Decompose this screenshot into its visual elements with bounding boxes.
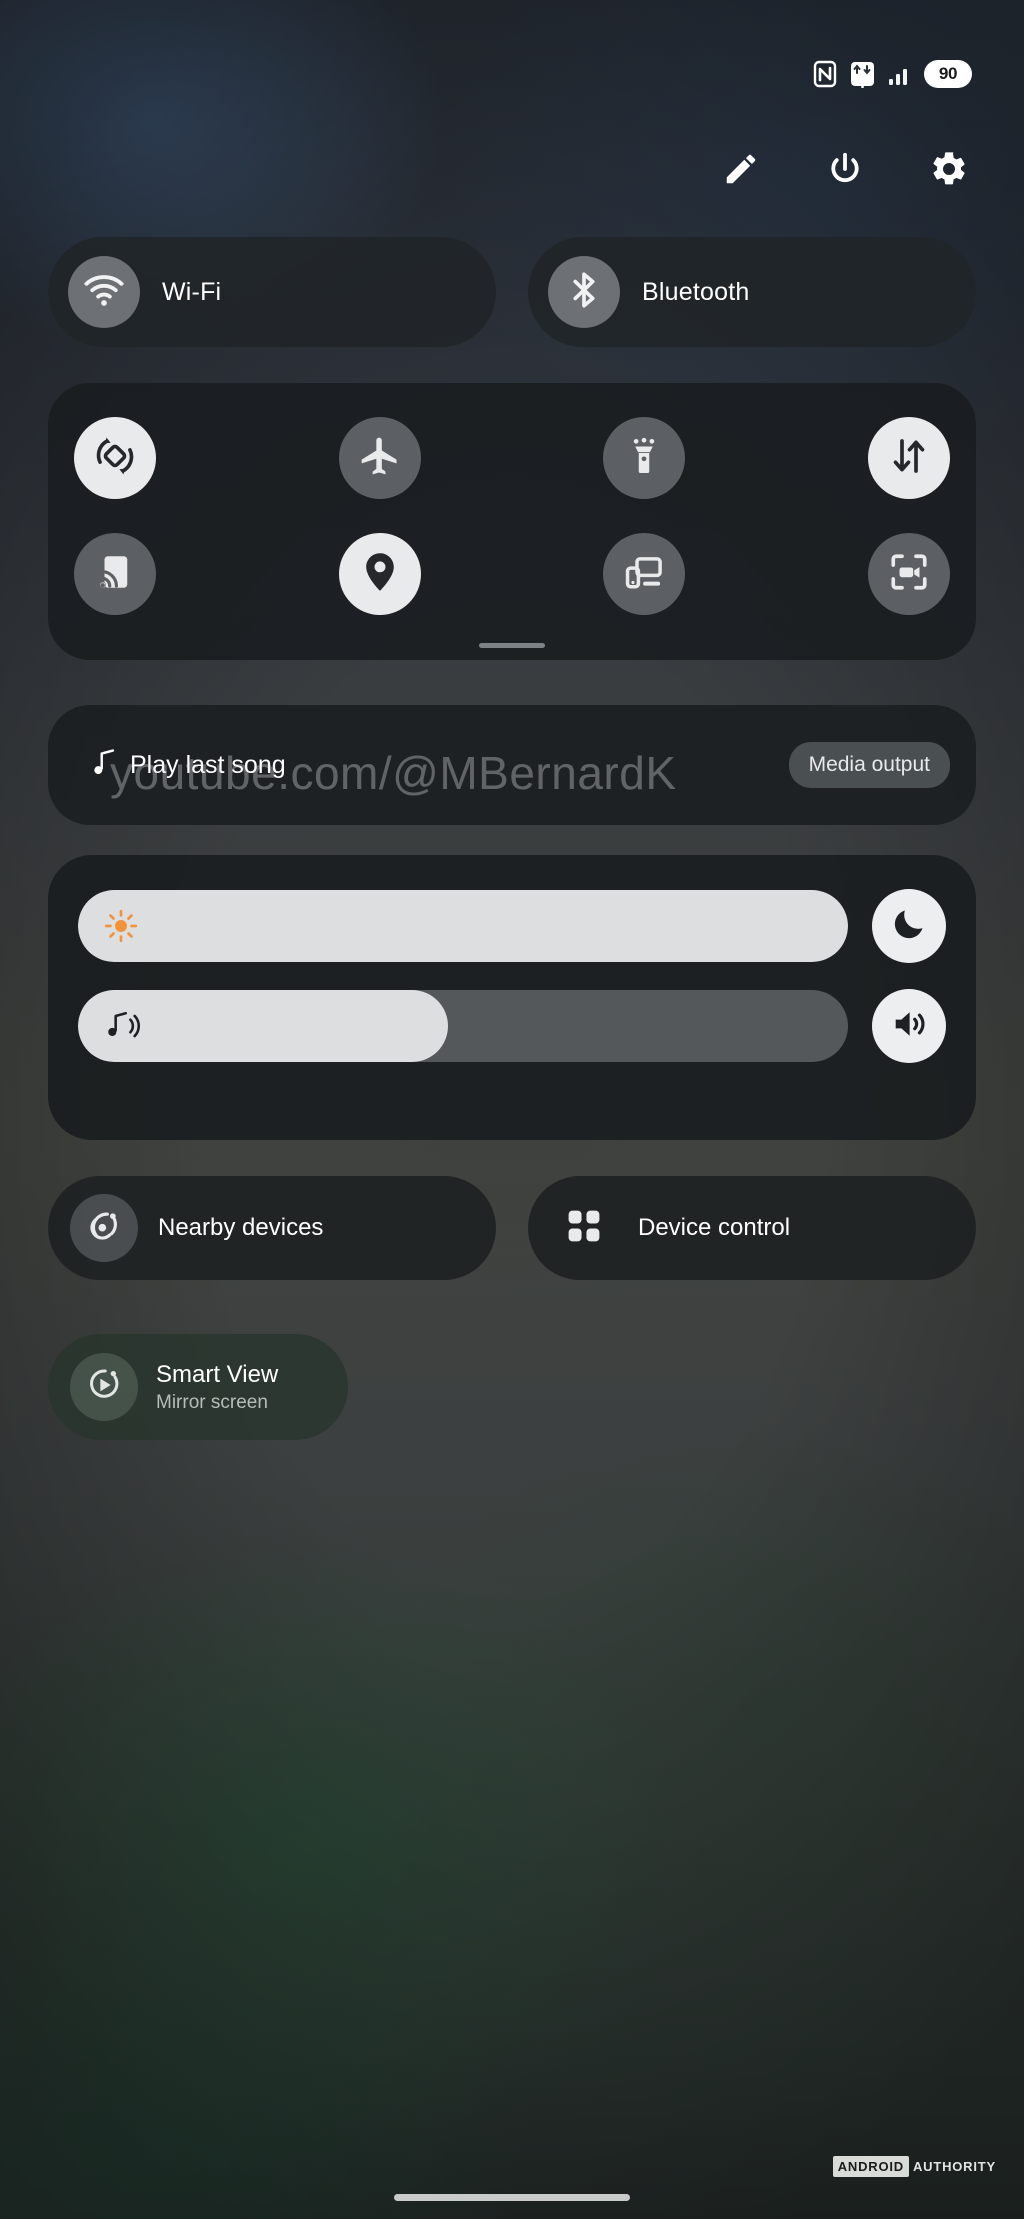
media-title: Play last song <box>130 750 286 779</box>
signal-bars-icon <box>887 61 913 87</box>
nearby-share-icon <box>84 1206 124 1251</box>
music-note-icon <box>92 748 116 782</box>
music-volume-icon <box>104 1009 142 1043</box>
power-icon <box>826 150 864 193</box>
screen-record-icon <box>888 551 930 598</box>
toggle-row-2 <box>74 533 950 615</box>
nearby-devices-label: Nearby devices <box>158 1214 324 1241</box>
location-pin-icon <box>357 549 403 600</box>
network-transfer-icon <box>849 60 876 88</box>
bluetooth-tile-label: Bluetooth <box>642 277 750 306</box>
nfc-icon <box>812 60 838 88</box>
quick-settings-panel: 90 Wi-Fi Bluetooth Play last song Media … <box>0 0 1024 2219</box>
multi-device-icon <box>623 551 665 598</box>
smart-view-button[interactable]: Smart View Mirror screen <box>48 1334 348 1440</box>
sliders-card <box>48 855 976 1140</box>
smart-view-text: Smart View Mirror screen <box>156 1361 278 1414</box>
media-card[interactable]: Play last song Media output <box>48 705 976 825</box>
publisher-watermark: ANDROID AUTHORITY <box>832 2156 996 2177</box>
bluetooth-tile-badge[interactable] <box>548 256 620 328</box>
status-bar: 90 <box>812 60 972 88</box>
dark-mode-button[interactable] <box>872 889 946 963</box>
airplane-icon <box>358 434 402 483</box>
smart-view-subtitle: Mirror screen <box>156 1391 268 1413</box>
moon-icon <box>890 905 928 948</box>
pencil-icon <box>722 150 760 193</box>
grid-expand-handle[interactable] <box>479 643 545 648</box>
mobile-data-toggle[interactable] <box>867 417 950 499</box>
toggle-row-1 <box>74 417 950 499</box>
quick-toggle-grid <box>48 383 976 660</box>
media-card-info: Play last song <box>92 748 789 782</box>
brightness-slider-row <box>78 889 946 963</box>
smart-view-icon <box>84 1365 124 1410</box>
nearby-devices-button[interactable]: Nearby devices <box>48 1176 496 1280</box>
navigation-handle[interactable] <box>394 2194 630 2201</box>
airplane-mode-toggle[interactable] <box>338 417 421 499</box>
screen-cast-icon <box>94 551 136 598</box>
auto-rotate-icon <box>92 433 138 484</box>
auto-rotate-toggle[interactable] <box>74 417 156 499</box>
header-action-bar <box>718 148 972 194</box>
volume-slider-row <box>78 989 946 1063</box>
device-control-label: Device control <box>638 1214 791 1241</box>
sound-settings-button[interactable] <box>872 989 946 1063</box>
battery-indicator: 90 <box>924 60 972 88</box>
wifi-tile-badge[interactable] <box>68 256 140 328</box>
edit-button[interactable] <box>718 148 764 194</box>
media-output-button[interactable]: Media output <box>788 742 950 788</box>
bluetooth-tile[interactable]: Bluetooth <box>528 237 976 347</box>
publisher-secondary: AUTHORITY <box>912 2159 996 2174</box>
flashlight-icon <box>623 435 665 482</box>
cast-toggle[interactable] <box>74 533 156 615</box>
data-transfer-icon <box>888 435 930 482</box>
smart-view-badge <box>70 1353 138 1421</box>
smart-view-title: Smart View <box>156 1360 279 1388</box>
nearby-devices-badge <box>70 1194 138 1262</box>
grid-squares-icon <box>563 1205 605 1252</box>
shortcut-row: Nearby devices Device control <box>48 1176 976 1280</box>
brightness-slider-fill <box>78 890 848 962</box>
location-toggle[interactable] <box>338 533 421 615</box>
device-control-button[interactable]: Device control <box>528 1176 976 1280</box>
flashlight-toggle[interactable] <box>603 417 686 499</box>
sun-icon <box>104 909 138 943</box>
power-button[interactable] <box>822 148 868 194</box>
wifi-tile[interactable]: Wi-Fi <box>48 237 496 347</box>
multi-device-toggle[interactable] <box>603 533 686 615</box>
bluetooth-icon <box>563 269 605 316</box>
volume-slider[interactable] <box>78 990 848 1062</box>
publisher-primary: ANDROID <box>832 2156 909 2177</box>
gear-icon <box>929 149 969 194</box>
speaker-icon <box>890 1005 928 1048</box>
settings-button[interactable] <box>926 148 972 194</box>
connectivity-row: Wi-Fi Bluetooth <box>48 237 976 347</box>
device-control-badge <box>550 1194 618 1262</box>
wifi-icon <box>82 268 126 317</box>
brightness-slider[interactable] <box>78 890 848 962</box>
screen-recorder-toggle[interactable] <box>867 533 950 615</box>
wifi-tile-label: Wi-Fi <box>162 277 222 306</box>
